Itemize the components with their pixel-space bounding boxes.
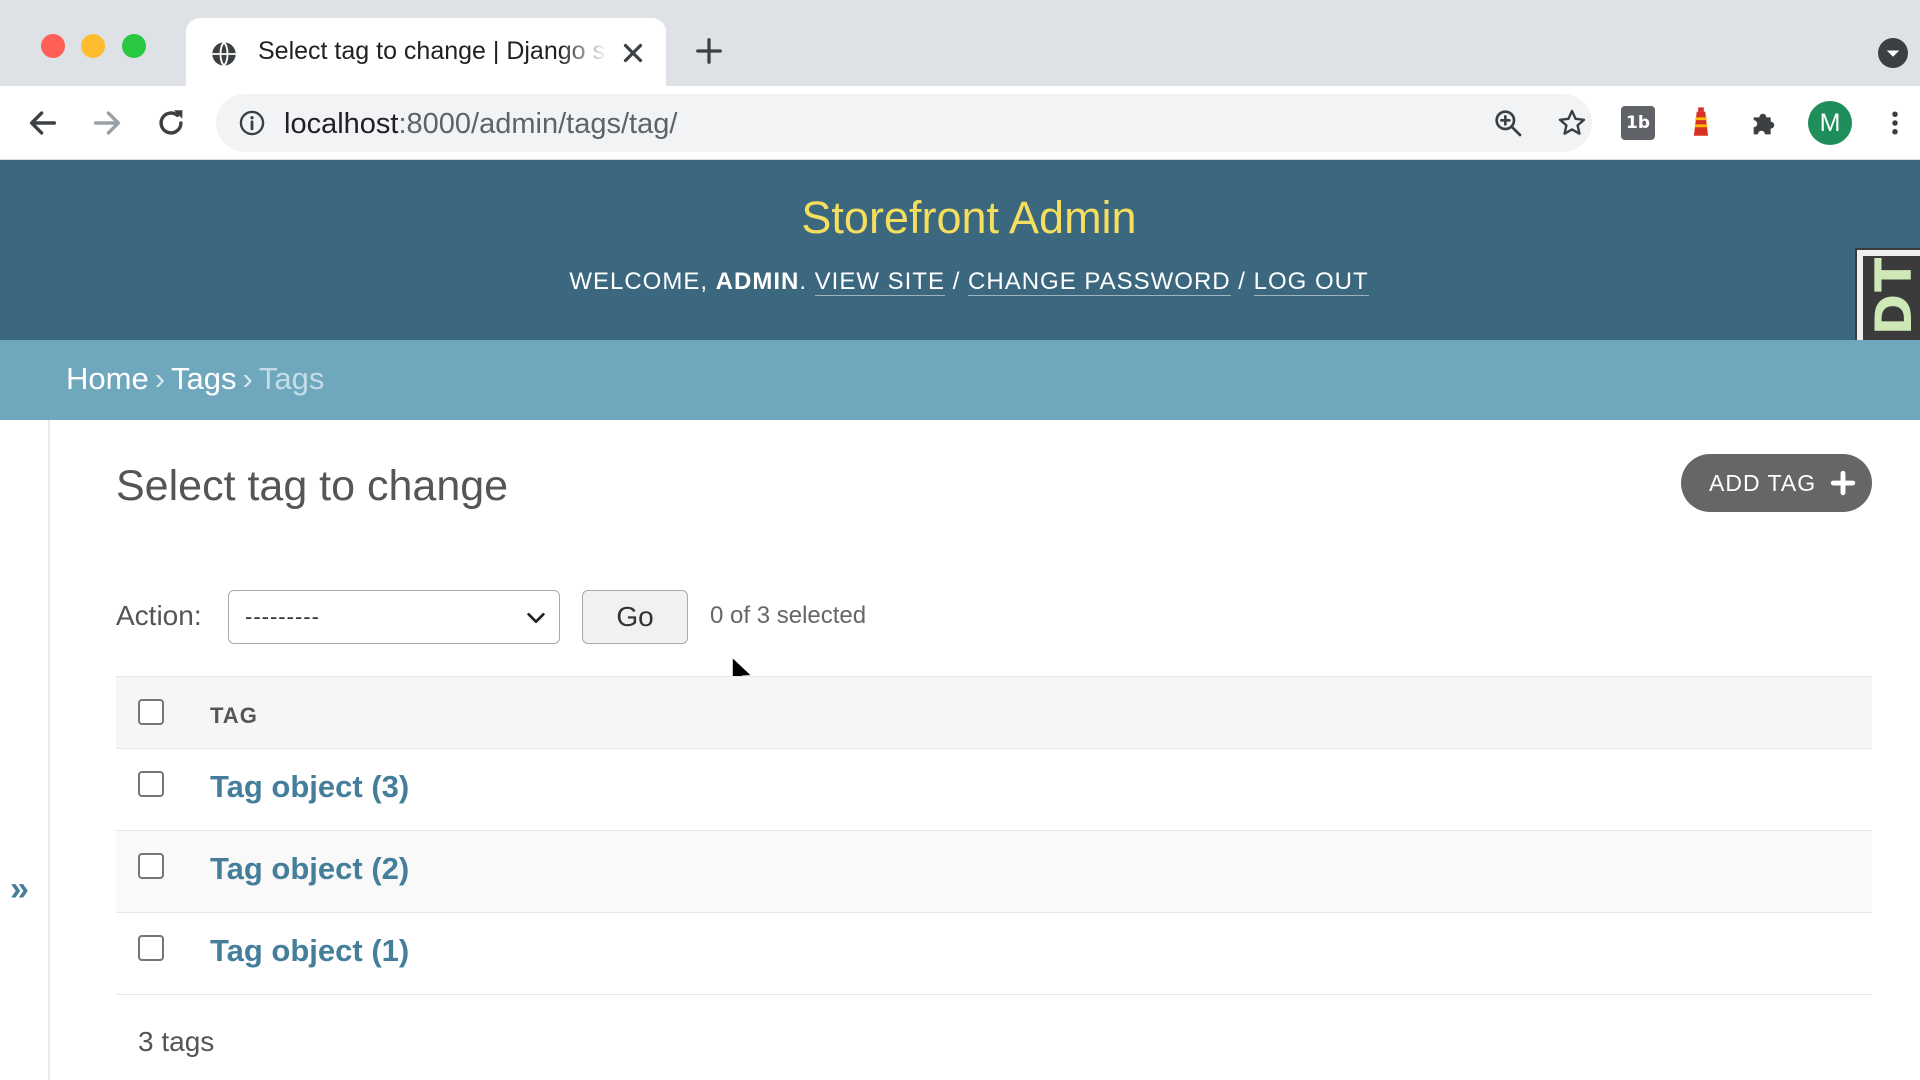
table-row: Tag object (1) [116, 913, 1872, 995]
browser-tab-active[interactable]: Select tag to change | Django site admin [186, 18, 666, 86]
row-checkbox[interactable] [138, 771, 164, 797]
change-password-link[interactable]: Change password [968, 268, 1231, 296]
profile-avatar[interactable]: M [1808, 101, 1852, 145]
close-tab-icon[interactable] [618, 38, 648, 68]
forward-arrow-icon[interactable] [90, 106, 124, 140]
tag-object-link[interactable]: Tag object (1) [210, 933, 409, 969]
tag-object-link[interactable]: Tag object (3) [210, 769, 409, 805]
add-tag-button[interactable]: ADD TAG [1681, 454, 1872, 512]
tab-search-icon[interactable] [1878, 38, 1908, 68]
chevron-down-icon [527, 612, 545, 624]
breadcrumb-app[interactable]: Tags [171, 361, 236, 396]
tab-strip: Select tag to change | Django site admin [0, 0, 1920, 86]
welcome-text: Welcome, [569, 268, 708, 295]
username: admin [715, 268, 800, 295]
extension-1b-icon[interactable]: 1b [1621, 106, 1655, 140]
plus-icon [1830, 470, 1856, 496]
browser-menu-icon[interactable] [1880, 106, 1910, 140]
log-out-link[interactable]: Log out [1253, 268, 1369, 296]
toggle-nav-sidebar-button[interactable]: » [10, 870, 29, 909]
action-select[interactable]: --------- [228, 590, 560, 644]
breadcrumb: Home › Tags › Tags [0, 340, 1920, 420]
site-title[interactable]: Storefront Admin [0, 192, 1920, 244]
minimize-window-button[interactable] [81, 34, 105, 58]
action-label: Action: [116, 600, 202, 631]
info-icon[interactable] [238, 109, 266, 137]
view-site-link[interactable]: View site [814, 268, 946, 296]
zoom-icon[interactable] [1492, 107, 1524, 139]
user-tools: Welcome, admin. View site / Change passw… [569, 268, 1369, 296]
paginator: 3 tags [138, 1026, 215, 1057]
close-window-button[interactable] [41, 34, 65, 58]
row-checkbox[interactable] [138, 853, 164, 879]
select-all-checkbox[interactable] [138, 699, 164, 725]
maximize-window-button[interactable] [122, 34, 146, 58]
bookmark-star-icon[interactable] [1556, 107, 1588, 139]
url-text[interactable]: localhost:8000/admin/tags/tag/ [284, 108, 677, 141]
breadcrumb-home[interactable]: Home [66, 361, 149, 396]
site-header: Storefront Admin Welcome, admin. View si… [0, 160, 1920, 340]
browser-toolbar: localhost:8000/admin/tags/tag/ 1b M [0, 86, 1920, 160]
table-row: Tag object (3) [116, 749, 1872, 831]
row-checkbox[interactable] [138, 935, 164, 961]
back-arrow-icon[interactable] [26, 106, 60, 140]
new-tab-icon[interactable] [694, 36, 724, 66]
action-select-value: --------- [245, 604, 320, 629]
selected-count: 0 of 3 selected [710, 602, 867, 629]
table-row: Tag object (2) [116, 831, 1872, 913]
reload-icon[interactable] [154, 106, 188, 140]
column-header-tag[interactable]: TAG [210, 703, 258, 729]
puzzle-extensions-icon[interactable] [1748, 106, 1782, 140]
tab-title: Select tag to change | Django site admin [258, 37, 608, 65]
nav-sidebar-edge [48, 420, 50, 1080]
globe-icon [212, 41, 236, 67]
lighthouse-extension-icon[interactable] [1684, 106, 1718, 140]
tag-object-link[interactable]: Tag object (2) [210, 851, 409, 887]
table-header: TAG [116, 676, 1872, 749]
breadcrumb-current: Tags [258, 361, 325, 396]
go-button[interactable]: Go [582, 590, 688, 644]
page-title: Select tag to change [116, 462, 509, 510]
address-bar[interactable]: localhost:8000/admin/tags/tag/ [216, 94, 1592, 152]
